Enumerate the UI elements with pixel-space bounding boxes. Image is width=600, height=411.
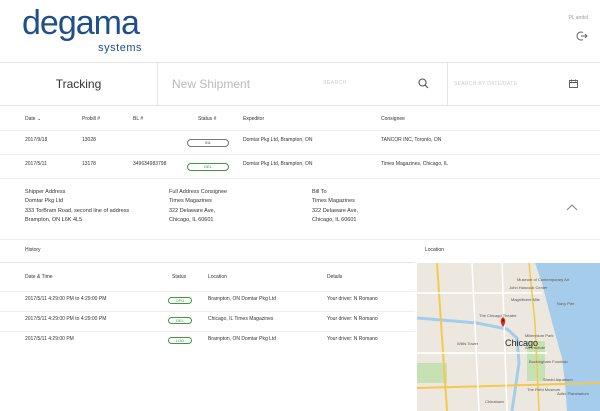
shipper-address: Shipper Address Domtar Pkg Ltd 333 TorBr…: [25, 188, 129, 225]
history-details: Your driver: N Romano: [327, 336, 378, 342]
chevron-up-icon[interactable]: [566, 203, 578, 211]
row-expeditor: Domtar Pkg Ltd, Brampton, ON: [243, 137, 313, 143]
map-poi-label: Navy Pier: [557, 301, 575, 306]
logo-subtitle: systems: [98, 42, 142, 54]
degama-logo[interactable]: degama systems: [22, 6, 152, 58]
map-poi-label: Buckingham Fountain: [529, 359, 568, 364]
history-location: Brampton, ON Domtar Pkg Ltd: [208, 296, 277, 302]
logo-word: degama: [22, 4, 140, 42]
history-status-badge: LOD: [168, 337, 192, 344]
history-col-details: Details: [327, 274, 343, 280]
logout-icon[interactable]: [576, 30, 588, 42]
history-status-badge: DEL: [168, 317, 192, 324]
map-marker-dot: [501, 319, 505, 322]
history-datetime: 2017/5/11 4:29:00 PM: [25, 336, 74, 342]
bill-to-title: Bill To: [312, 189, 327, 195]
consignee-line: 322 Delaware Ave,: [169, 207, 216, 214]
bill-to-address: Bill To Times Magazines 322 Delaware Ave…: [312, 188, 358, 225]
history-divider: [0, 262, 415, 263]
main-tabs: Tracking New Shipment SEARCH SEARCH BY D…: [0, 62, 600, 106]
col-date[interactable]: Date ⌄: [25, 116, 41, 122]
tab-tracking[interactable]: Tracking: [0, 63, 158, 105]
shipper-line: Domtar Pkg Ltd: [25, 198, 64, 205]
map-poi-label: Chinatown: [485, 399, 504, 404]
history-details: Your driver: N Romano: [327, 316, 378, 322]
history-row: 2017/5/11 4:29:00 PM to 4:29:00 PM DEL C…: [0, 311, 415, 332]
tab-new-shipment[interactable]: New Shipment SEARCH: [158, 63, 448, 105]
map-poi-label: The Chicago Theatre: [479, 313, 517, 318]
history-table-header: Date & Time Status Location Details: [0, 270, 415, 284]
col-probill[interactable]: Probill #: [82, 116, 100, 122]
col-bl[interactable]: BL #: [133, 116, 143, 122]
history-col-status: Status: [172, 274, 187, 280]
row-probill: 13178: [82, 161, 96, 167]
history-col-datetime: Date & Time: [25, 274, 53, 280]
row-bl: 349634983798: [133, 161, 167, 167]
map-park: [417, 363, 447, 383]
history-row: 2017/5/11 4:29:00 PM to 4:29:00 PM OPU B…: [0, 291, 415, 312]
date-filter[interactable]: SEARCH BY DATE/DATE: [448, 63, 600, 105]
map-poi-label: Magnificent Mile: [511, 297, 541, 302]
shipment-detail-panel: Shipper Address Domtar Pkg Ltd 333 TorBr…: [0, 178, 600, 240]
tab-tracking-label: Tracking: [55, 77, 102, 91]
search-input[interactable]: SEARCH: [323, 80, 347, 86]
table-row[interactable]: 2017/9/18 13028 INL Domtar Pkg Ltd, Bram…: [0, 130, 600, 154]
consignee-line: Times Magazines: [169, 198, 212, 205]
user-name[interactable]: PL andol: [568, 15, 588, 21]
table-row[interactable]: 2017/5/11 13178 349634983798 DEL Domtar …: [0, 154, 600, 178]
history-col-location: Location: [208, 274, 227, 280]
bill-to-line: 322 Delaware Ave,: [312, 207, 359, 214]
history-status-badge: OPU: [168, 297, 192, 304]
tab-new-shipment-label: New Shipment: [172, 77, 251, 91]
calendar-icon[interactable]: [569, 79, 578, 88]
map-poi-label: Willis Tower: [457, 341, 479, 346]
location-map[interactable]: Chicago Museum of Contemporary Art Navy …: [417, 263, 600, 411]
map-poi-label: Museum of Contemporary Art: [517, 277, 570, 282]
bill-to-line: Times Magazines: [312, 198, 355, 205]
consignee-title: Full Address Consignee: [169, 189, 228, 195]
col-status[interactable]: Status #: [198, 116, 216, 122]
row-consignee: Times Magazines, Chicago, IL: [381, 161, 449, 167]
history-location: Brampton, ON Domtar Pkg Ltd: [208, 336, 277, 342]
status-badge: DEL: [187, 163, 229, 171]
row-probill: 13028: [82, 137, 96, 143]
map-canvas[interactable]: Chicago Museum of Contemporary Art Navy …: [417, 263, 600, 411]
location-title: Location: [425, 247, 444, 253]
app-header: degama systems PL andol: [0, 0, 600, 62]
history-datetime: 2017/5/11 4:29:00 PM to 4:29:00 PM: [25, 296, 107, 302]
shipper-line: Brampton, ON L6K 4L5: [25, 216, 83, 223]
map-poi-label: Adler Planetarium: [557, 391, 589, 396]
search-icon[interactable]: [418, 78, 429, 89]
row-expeditor: Domtar Pkg Ltd, Brampton, ON: [243, 161, 313, 167]
shipper-line: 333 TorBram Road, second line of address: [25, 207, 130, 214]
shipments-table-header: Date ⌄ Probill # BL # Status # Expeditor…: [0, 110, 600, 130]
date-filter-input[interactable]: SEARCH BY DATE/DATE: [454, 81, 517, 87]
bill-to-line: Chicago, IL 60601: [312, 216, 357, 223]
col-consignee[interactable]: Consignee: [381, 116, 405, 122]
map-poi-label: Shedd Aquarium: [543, 377, 573, 382]
consignee-line: Chicago, IL 60601: [169, 216, 214, 223]
map-poi-label: Millennium Park: [525, 333, 553, 338]
map-poi-label: The Field Museum: [527, 387, 561, 392]
history-title: History: [25, 247, 41, 253]
shipper-title: Shipper Address: [25, 189, 66, 195]
history-datetime: 2017/5/11 4:29:00 PM to 4:29:00 PM: [25, 316, 107, 322]
row-date: 2017/9/18: [25, 137, 48, 143]
map-poi-label: Art Institute: [525, 345, 546, 350]
history-location: Chicago, IL Times Magazines: [208, 316, 274, 322]
history-row: 2017/5/11 4:29:00 PM LOD Brampton, ON Do…: [0, 331, 415, 352]
col-expeditor[interactable]: Expeditor: [243, 116, 264, 122]
consignee-address: Full Address Consignee Times Magazines 3…: [169, 188, 227, 225]
history-details: Your driver: N Romano: [327, 296, 378, 302]
map-poi-label: John Hancock Center: [509, 285, 548, 290]
status-badge: INL: [187, 139, 229, 147]
row-consignee: TANCOR INC, Toronto, ON: [381, 137, 442, 143]
row-date: 2017/5/11: [25, 161, 47, 167]
